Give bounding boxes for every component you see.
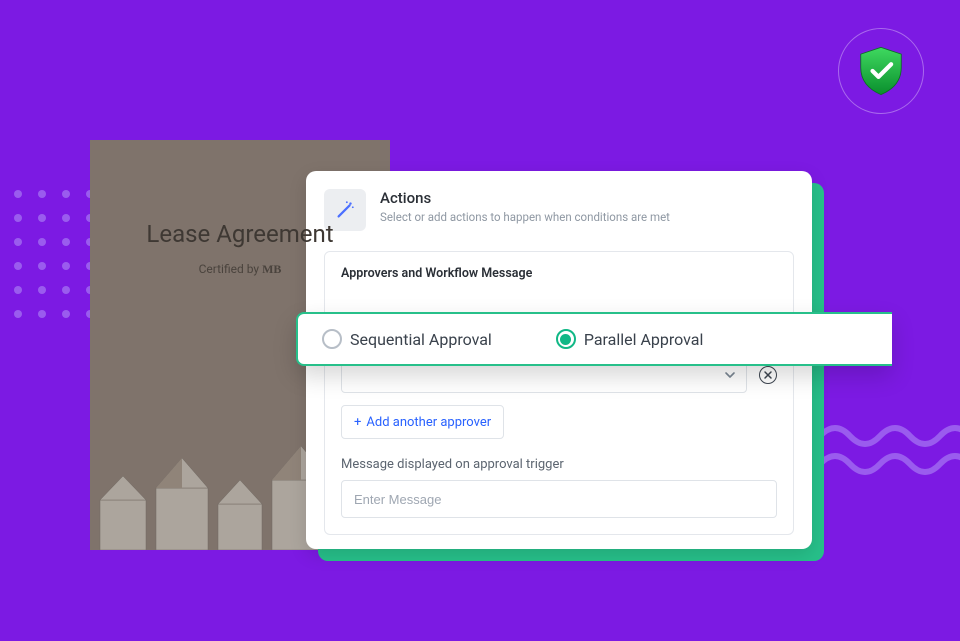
document-title: Lease Agreement <box>90 220 390 248</box>
close-icon <box>763 370 773 380</box>
approval-type-bar: Sequential Approval Parallel Approval <box>296 312 892 366</box>
card-subheading: Select or add actions to happen when con… <box>380 210 670 224</box>
radio-icon <box>322 329 342 349</box>
radio-parallel[interactable]: Parallel Approval <box>556 329 704 349</box>
add-approver-label: Add another approver <box>366 415 491 430</box>
message-input[interactable] <box>341 480 777 518</box>
radio-sequential[interactable]: Sequential Approval <box>322 329 492 349</box>
security-badge <box>838 28 924 114</box>
decorative-waves <box>820 418 960 488</box>
message-label: Message displayed on approval trigger <box>341 457 777 472</box>
radio-icon <box>556 329 576 349</box>
card-heading: Actions <box>380 189 670 207</box>
approvers-panel: Approvers and Workflow Message + Add ano… <box>324 251 794 535</box>
radio-sequential-label: Sequential Approval <box>350 330 492 349</box>
certified-logo: MB <box>262 262 281 276</box>
chevron-down-icon <box>724 366 736 385</box>
add-approver-button[interactable]: + Add another approver <box>341 405 504 439</box>
shield-check-icon <box>854 44 908 98</box>
plus-icon: + <box>354 415 361 430</box>
document-certified: Certified by MB <box>90 262 390 277</box>
panel-title: Approvers and Workflow Message <box>341 252 777 291</box>
certified-prefix: Certified by <box>199 262 262 276</box>
radio-parallel-label: Parallel Approval <box>584 330 704 349</box>
remove-approver-button[interactable] <box>759 366 777 384</box>
